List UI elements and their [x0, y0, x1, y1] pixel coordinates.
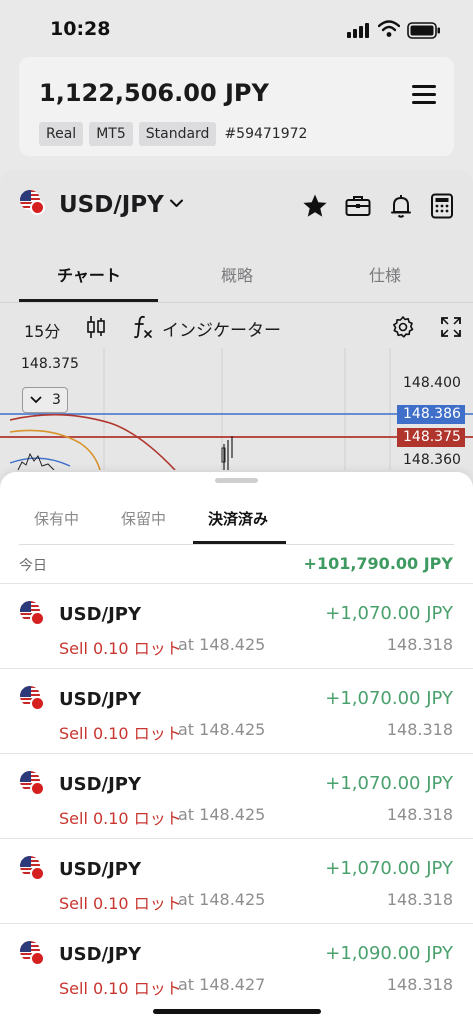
account-number: #59471972	[224, 126, 308, 142]
account-type-badge: Real	[39, 122, 84, 146]
trade-open-price: at 148.425	[178, 635, 266, 654]
sheet-grabber[interactable]	[215, 478, 258, 483]
trade-side-volume: Sell 0.10 ロット	[59, 809, 182, 828]
trade-side-volume: Sell 0.10 ロット	[59, 639, 182, 658]
platform-badge: MT5	[89, 122, 133, 146]
trade-row[interactable]: USD/JPY Sell 0.10 ロット at 148.425 +1,070.…	[0, 583, 473, 668]
closed-trades-list: USD/JPY Sell 0.10 ロット at 148.425 +1,070.…	[0, 583, 473, 1008]
tab-chart[interactable]: チャート	[57, 262, 121, 286]
instrument-panel: USD/JPY チャート 概略 仕様 15分 インジケーター 148.375 3…	[0, 170, 473, 500]
trade-profit: +1,070.00 JPY	[325, 858, 453, 879]
account-card: 1,122,506.00 JPY Real MT5 Standard #5947…	[19, 57, 454, 156]
trade-close-price: 148.318	[386, 975, 453, 994]
trade-open-price: at 148.427	[178, 975, 266, 994]
price-chart[interactable]: 148.375 3 148.400 148.360 148.386 148.37…	[0, 348, 473, 470]
calculator-icon[interactable]	[428, 192, 456, 220]
trade-row[interactable]: USD/JPY Sell 0.10 ロット at 148.425 +1,070.…	[0, 753, 473, 838]
usd-jpy-flag-icon	[20, 771, 46, 797]
tab-pending-orders[interactable]: 保留中	[121, 508, 166, 529]
trade-close-price: 148.318	[386, 635, 453, 654]
tab-closed-positions[interactable]: 決済済み	[208, 508, 268, 529]
trade-row[interactable]: USD/JPY Sell 0.10 ロット at 148.427 +1,090.…	[0, 923, 473, 1008]
trade-open-price: at 148.425	[178, 890, 266, 909]
trade-symbol: USD/JPY	[59, 604, 142, 625]
collapse-indicators-button[interactable]: 3	[22, 387, 68, 413]
summary-date-label: 今日	[19, 558, 47, 574]
chart-crosshair-price: 148.375	[21, 356, 79, 372]
indicator-button[interactable]: インジケーター	[162, 316, 281, 341]
daily-summary: 今日 +101,790.00 JPY	[0, 545, 473, 583]
trade-side-volume: Sell 0.10 ロット	[59, 894, 182, 913]
instrument-symbol[interactable]: USD/JPY	[59, 192, 164, 218]
briefcase-icon[interactable]	[344, 192, 372, 220]
timeframe-selector[interactable]: 15分	[24, 318, 60, 342]
trade-open-price: at 148.425	[178, 720, 266, 739]
account-class-badge: Standard	[138, 122, 217, 146]
trade-row[interactable]: USD/JPY Sell 0.10 ロット at 148.425 +1,070.…	[0, 668, 473, 753]
ask-price-tag: 148.386	[397, 405, 465, 424]
chevron-down-icon	[30, 396, 42, 404]
tab-specs[interactable]: 仕様	[369, 262, 401, 286]
trade-profit: +1,070.00 JPY	[325, 688, 453, 709]
usd-jpy-flag-icon	[20, 686, 46, 712]
trade-profit: +1,070.00 JPY	[325, 603, 453, 624]
status-bar: 10:28	[0, 0, 473, 56]
trade-profit: +1,090.00 JPY	[325, 943, 453, 964]
axis-price-label: 148.360	[403, 452, 461, 468]
star-icon[interactable]	[301, 192, 329, 220]
usd-jpy-flag-icon	[20, 941, 46, 967]
candlestick-icon[interactable]	[85, 314, 107, 340]
bell-icon[interactable]	[387, 192, 415, 220]
chart-toolbar: 15分 インジケーター	[0, 310, 473, 346]
function-icon[interactable]	[132, 314, 154, 340]
trade-symbol: USD/JPY	[59, 689, 142, 710]
cellular-signal-icon	[347, 22, 371, 38]
fullscreen-icon[interactable]	[440, 316, 462, 338]
usd-jpy-flag-icon	[20, 601, 46, 627]
summary-total-profit: +101,790.00 JPY	[303, 554, 453, 573]
trade-symbol: USD/JPY	[59, 859, 142, 880]
wifi-icon	[378, 20, 400, 37]
hamburger-menu-icon[interactable]	[412, 84, 436, 104]
home-indicator[interactable]	[153, 1009, 321, 1014]
trade-row[interactable]: USD/JPY Sell 0.10 ロット at 148.425 +1,070.…	[0, 838, 473, 923]
instrument-tabs: チャート 概略 仕様	[0, 262, 473, 302]
trade-profit: +1,070.00 JPY	[325, 773, 453, 794]
trade-close-price: 148.318	[386, 890, 453, 909]
trade-close-price: 148.318	[386, 720, 453, 739]
chevron-down-icon[interactable]	[170, 199, 183, 208]
tab-open-positions[interactable]: 保有中	[34, 508, 79, 529]
battery-icon	[407, 22, 440, 39]
account-badges: Real MT5 Standard #59471972	[39, 122, 309, 146]
positions-sheet: 保有中 保留中 決済済み 今日 +101,790.00 JPY USD/JPY …	[0, 472, 473, 1024]
tabs-divider	[0, 302, 473, 303]
trade-side-volume: Sell 0.10 ロット	[59, 724, 182, 743]
account-balance: 1,122,506.00 JPY	[39, 79, 269, 107]
trade-symbol: USD/JPY	[59, 944, 142, 965]
settings-gear-icon[interactable]	[391, 315, 415, 339]
trade-symbol: USD/JPY	[59, 774, 142, 795]
bid-price-tag: 148.375	[397, 428, 465, 447]
trade-close-price: 148.318	[386, 805, 453, 824]
trade-side-volume: Sell 0.10 ロット	[59, 979, 182, 998]
usd-jpy-flag-icon	[20, 856, 46, 882]
status-time: 10:28	[50, 18, 111, 40]
indicator-count: 3	[52, 392, 61, 408]
axis-price-label: 148.400	[403, 375, 461, 391]
tab-overview[interactable]: 概略	[221, 262, 253, 286]
usd-jpy-flag-icon	[20, 190, 46, 216]
trade-open-price: at 148.425	[178, 805, 266, 824]
positions-tabs: 保有中 保留中 決済済み	[0, 508, 473, 544]
